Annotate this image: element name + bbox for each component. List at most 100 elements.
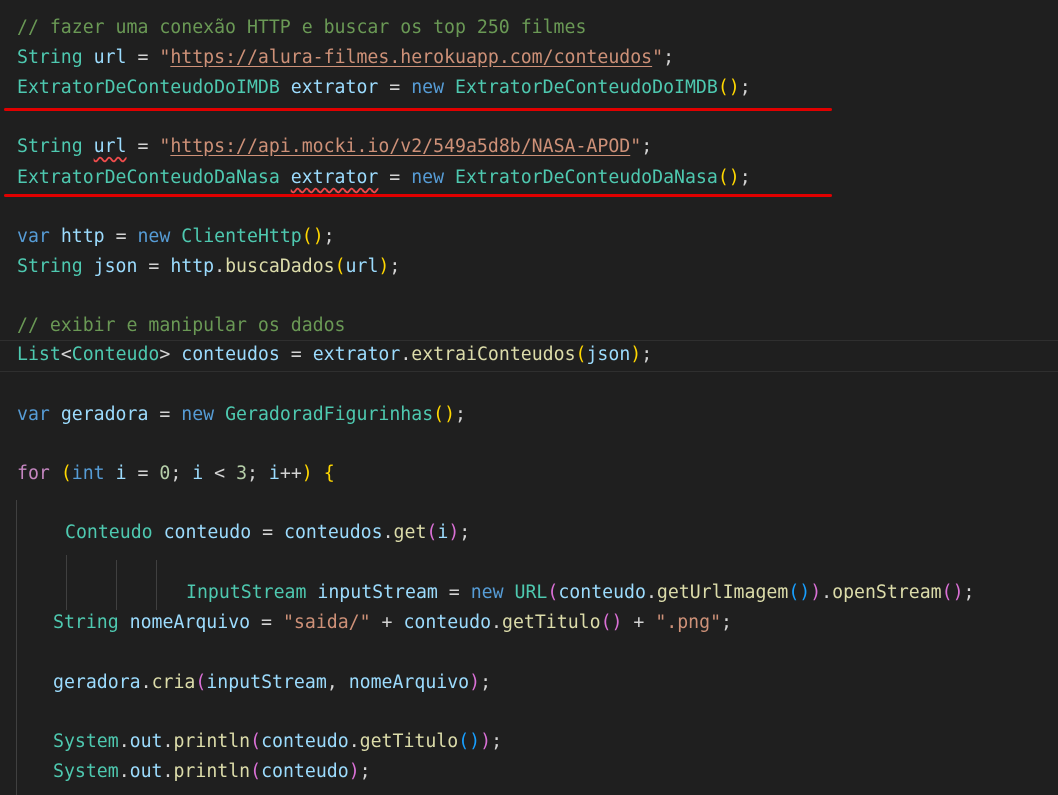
- code-punctuation: ;: [389, 256, 401, 277]
- code-url: https://api.mocki.io/v2/549a5d8b/NASA-AP…: [170, 136, 631, 157]
- code-bracket: (): [458, 731, 481, 752]
- code-method: openStream: [832, 582, 942, 603]
- code-string: ".png": [655, 612, 722, 633]
- code-keyword: var: [17, 226, 50, 247]
- code-punctuation: =: [250, 612, 283, 633]
- code-punctuation: .: [140, 672, 152, 693]
- code-identifier-error: extrator: [290, 167, 379, 188]
- code-bracket: (: [60, 463, 72, 484]
- code-punctuation: ;: [491, 731, 503, 752]
- code-identifier: url: [345, 256, 379, 277]
- code-string: ": [630, 136, 642, 157]
- code-identifier: url: [93, 47, 127, 68]
- code-punctuation: ;: [641, 344, 653, 365]
- indent-guide: [66, 555, 67, 610]
- code-punctuation: =: [137, 256, 171, 277]
- code-identifier: nomeArquivo: [129, 612, 251, 633]
- code-line[interactable]: String json = http.buscaDados(url);: [17, 252, 400, 282]
- code-punctuation: ;: [721, 612, 732, 633]
- code-line[interactable]: // fazer uma conexão HTTP e buscar os to…: [17, 13, 586, 43]
- code-bracket: ): [810, 582, 822, 603]
- code-line[interactable]: Conteudo conteudo = conteudos.get(i);: [65, 518, 470, 548]
- code-type: ExtratorDeConteudoDaNasa: [17, 167, 280, 188]
- code-line[interactable]: // exibir e manipular os dados: [17, 311, 346, 341]
- code-identifier: out: [129, 731, 163, 752]
- code-method: println: [173, 761, 251, 782]
- code-punctuation: ;: [480, 672, 492, 693]
- code-type: System: [53, 731, 119, 752]
- code-line[interactable]: String nomeArquivo = "saida/" + conteudo…: [53, 608, 732, 638]
- code-punctuation: ;: [170, 463, 193, 484]
- code-identifier: http: [170, 256, 215, 277]
- code-method: cria: [151, 672, 196, 693]
- code-bracket: ): [480, 731, 492, 752]
- code-bracket: (): [600, 612, 623, 633]
- code-punctuation: +: [370, 612, 404, 633]
- code-line[interactable]: String url = "https://api.mocki.io/v2/54…: [17, 132, 652, 162]
- code-punctuation: ;: [323, 226, 335, 247]
- code-identifier: extrator: [312, 344, 401, 365]
- indent-guide: [156, 560, 157, 610]
- code-punctuation: [313, 463, 324, 484]
- code-punctuation: =: [378, 77, 412, 98]
- code-punctuation: .: [162, 761, 174, 782]
- code-type: ExtratorDeConteudoDaNasa: [455, 167, 718, 188]
- code-punctuation: [153, 522, 164, 543]
- code-punctuation: .: [348, 731, 360, 752]
- code-editor[interactable]: // fazer uma conexão HTTP e buscar os to…: [0, 0, 1058, 795]
- code-punctuation: [444, 77, 455, 98]
- code-method: extraiConteudos: [411, 344, 576, 365]
- code-identifier: conteudo: [261, 761, 349, 782]
- code-line[interactable]: geradora.cria(inputStream, nomeArquivo);: [53, 668, 491, 698]
- code-line[interactable]: InputStream inputStream = new URL(conteu…: [186, 578, 974, 608]
- code-line[interactable]: for (int i = 0; i < 3; i++) {: [17, 459, 335, 489]
- code-type: GeradoradFigurinhas: [225, 404, 434, 425]
- code-method: getTitulo: [359, 731, 459, 752]
- code-identifier: i: [192, 463, 204, 484]
- code-line[interactable]: List<Conteudo> conteudos = extrator.extr…: [17, 340, 652, 370]
- code-string: ": [159, 136, 171, 157]
- code-bracket: (): [717, 77, 740, 98]
- code-keyword: new: [411, 167, 445, 188]
- code-punctuation: .: [491, 612, 502, 633]
- code-punctuation: [280, 167, 291, 188]
- code-identifier: geradora: [60, 404, 149, 425]
- code-number: 3: [236, 463, 248, 484]
- indent-guide: [16, 500, 17, 795]
- code-bracket: (): [788, 582, 811, 603]
- code-punctuation: ,: [326, 672, 349, 693]
- code-bracket: ): [301, 463, 313, 484]
- code-line[interactable]: System.out.println(conteudo);: [53, 757, 371, 787]
- code-string: ": [159, 47, 171, 68]
- code-punctuation: ;: [459, 522, 471, 543]
- code-identifier: i: [268, 463, 280, 484]
- code-type: Conteudo: [65, 522, 153, 543]
- code-method: getTitulo: [502, 612, 601, 633]
- code-string: "saida/": [282, 612, 371, 633]
- code-punctuation: ++: [279, 463, 302, 484]
- code-punctuation: [444, 167, 455, 188]
- code-punctuation: [50, 404, 61, 425]
- code-line[interactable]: ExtratorDeConteudoDoIMDB extrator = new …: [17, 73, 751, 103]
- code-punctuation: >: [159, 344, 182, 365]
- code-identifier: json: [93, 256, 138, 277]
- code-bracket: (): [433, 404, 456, 425]
- code-line[interactable]: var http = new ClienteHttp();: [17, 222, 335, 252]
- code-punctuation: ;: [663, 47, 675, 68]
- code-line[interactable]: ExtratorDeConteudoDaNasa extrator = new …: [17, 163, 751, 193]
- code-punctuation: =: [148, 404, 182, 425]
- code-keyword: new: [181, 404, 215, 425]
- code-bracket: (: [547, 582, 559, 603]
- code-punctuation: ;: [641, 136, 653, 157]
- code-punctuation: .: [118, 761, 130, 782]
- code-keyword: new: [470, 582, 504, 603]
- code-punctuation: [306, 582, 317, 603]
- code-punctuation: [504, 582, 515, 603]
- code-punctuation: =: [279, 344, 313, 365]
- code-punctuation: =: [104, 226, 138, 247]
- code-line[interactable]: var geradora = new GeradoradFigurinhas()…: [17, 400, 466, 430]
- code-identifier-error: url: [93, 136, 127, 157]
- code-line[interactable]: System.out.println(conteudo.getTitulo())…: [53, 727, 502, 757]
- code-bracket: (): [941, 582, 964, 603]
- code-line[interactable]: String url = "https://alura-filmes.herok…: [17, 43, 674, 73]
